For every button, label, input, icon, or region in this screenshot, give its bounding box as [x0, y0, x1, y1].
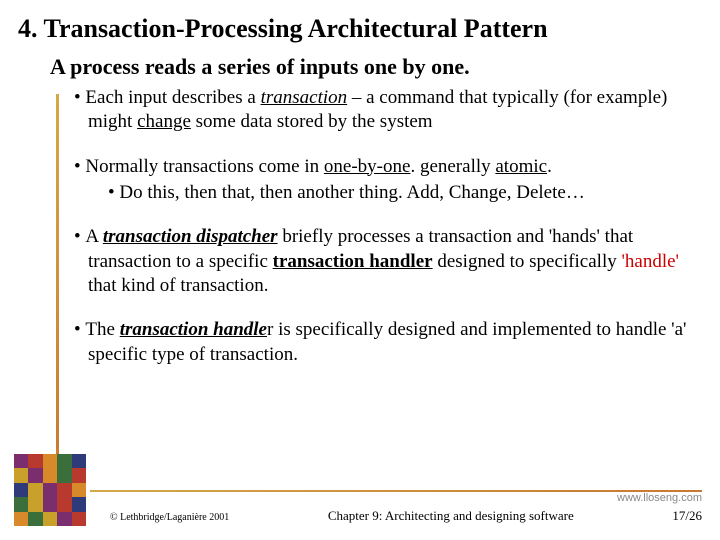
- decorative-weave-image: [14, 454, 86, 526]
- term-transaction: transaction: [261, 87, 348, 108]
- term-transaction-handler: transaction handler: [273, 251, 433, 272]
- page-number: 17/26: [672, 508, 702, 524]
- term-atomic: atomic: [495, 156, 547, 177]
- url-label: www.lloseng.com: [617, 492, 702, 504]
- content-area: • Each input describes a transaction – a…: [74, 86, 692, 367]
- footer: © Lethbridge/Laganière 2001 Chapter 9: A…: [110, 508, 702, 524]
- vertical-rule: [56, 94, 59, 484]
- text: Do this, then that, then another thing. …: [119, 182, 584, 203]
- bullet-1: • Each input describes a transaction – a…: [74, 86, 692, 135]
- slide: 4. Transaction-Processing Architectural …: [0, 0, 720, 540]
- bullet-2-sub: • Do this, then that, then another thing…: [108, 181, 692, 205]
- copyright-label: © Lethbridge/Laganière 2001: [110, 512, 229, 523]
- chapter-label: Chapter 9: Architecting and designing so…: [328, 508, 574, 524]
- term-handle: 'handle': [621, 251, 679, 272]
- text: .: [547, 156, 552, 177]
- bullet-4: • The transaction handler is specificall…: [74, 318, 692, 367]
- bullet-3: • A transaction dispatcher briefly proce…: [74, 225, 692, 298]
- bullet-2: • Normally transactions come in one-by-o…: [74, 155, 692, 206]
- text: . generally: [410, 156, 495, 177]
- text: Normally transactions come in: [85, 156, 324, 177]
- text: A: [85, 226, 102, 247]
- text: Each input describes a: [85, 87, 260, 108]
- text: designed to specifically: [433, 251, 622, 272]
- term-transaction-handler-2: transaction handle: [120, 319, 267, 340]
- text: that kind of transaction.: [88, 275, 268, 296]
- slide-title: 4. Transaction-Processing Architectural …: [18, 14, 702, 44]
- slide-subtitle: A process reads a series of inputs one b…: [50, 54, 702, 80]
- term-one-by-one: one-by-one: [324, 156, 411, 177]
- horizontal-rule: [90, 490, 702, 492]
- term-change: change: [137, 111, 191, 132]
- text: The: [85, 319, 119, 340]
- text: some data stored by the system: [191, 111, 433, 132]
- term-transaction-dispatcher: transaction dispatcher: [103, 226, 278, 247]
